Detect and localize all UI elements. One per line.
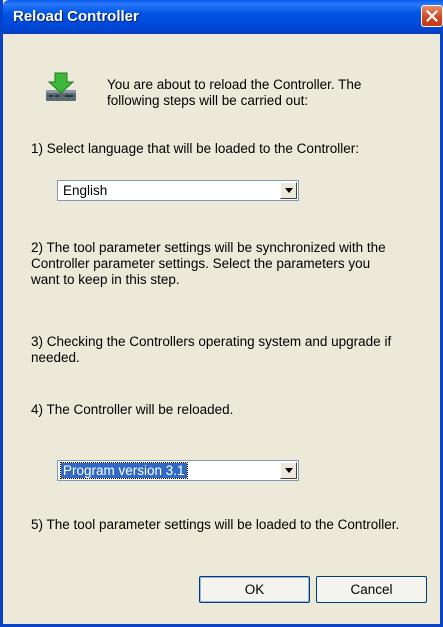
- program-version-select[interactable]: Program version 3.1: [57, 460, 299, 481]
- step-2-line-3: want to keep in this step.: [31, 272, 180, 287]
- step-3-line-1: 3) Checking the Controllers operating sy…: [31, 334, 392, 349]
- step-2-line-2: Controller parameter settings. Select th…: [31, 256, 371, 271]
- language-dropdown-button[interactable]: [280, 182, 297, 199]
- title-bar[interactable]: Reload Controller: [3, 0, 443, 34]
- language-select-value: English: [63, 183, 108, 198]
- step-4-text: 4) The Controller will be reloaded.: [31, 402, 234, 417]
- chevron-down-icon: [284, 188, 293, 193]
- step-1-text: 1) Select language that will be loaded t…: [31, 141, 359, 156]
- window-title: Reload Controller: [13, 8, 139, 25]
- step-5-text: 5) The tool parameter settings will be l…: [31, 517, 400, 532]
- cancel-button[interactable]: Cancel: [316, 576, 427, 603]
- close-button[interactable]: [421, 5, 443, 27]
- ok-button[interactable]: OK: [199, 576, 310, 603]
- step-3-line-2: needed.: [31, 350, 80, 365]
- program-version-dropdown-button[interactable]: [280, 462, 297, 479]
- download-arrow-device-icon: [46, 72, 76, 101]
- intro-line-1: You are about to reload the Controller. …: [107, 77, 362, 92]
- language-select[interactable]: English: [57, 180, 299, 201]
- program-version-select-value: Program version 3.1: [60, 462, 188, 479]
- reload-controller-dialog: Reload Controller You are about to reloa…: [0, 0, 443, 627]
- close-icon: [426, 10, 438, 22]
- chevron-down-icon: [284, 468, 293, 473]
- intro-line-2: following steps will be carried out:: [107, 93, 309, 108]
- step-2-line-1: 2) The tool parameter settings will be s…: [31, 240, 386, 255]
